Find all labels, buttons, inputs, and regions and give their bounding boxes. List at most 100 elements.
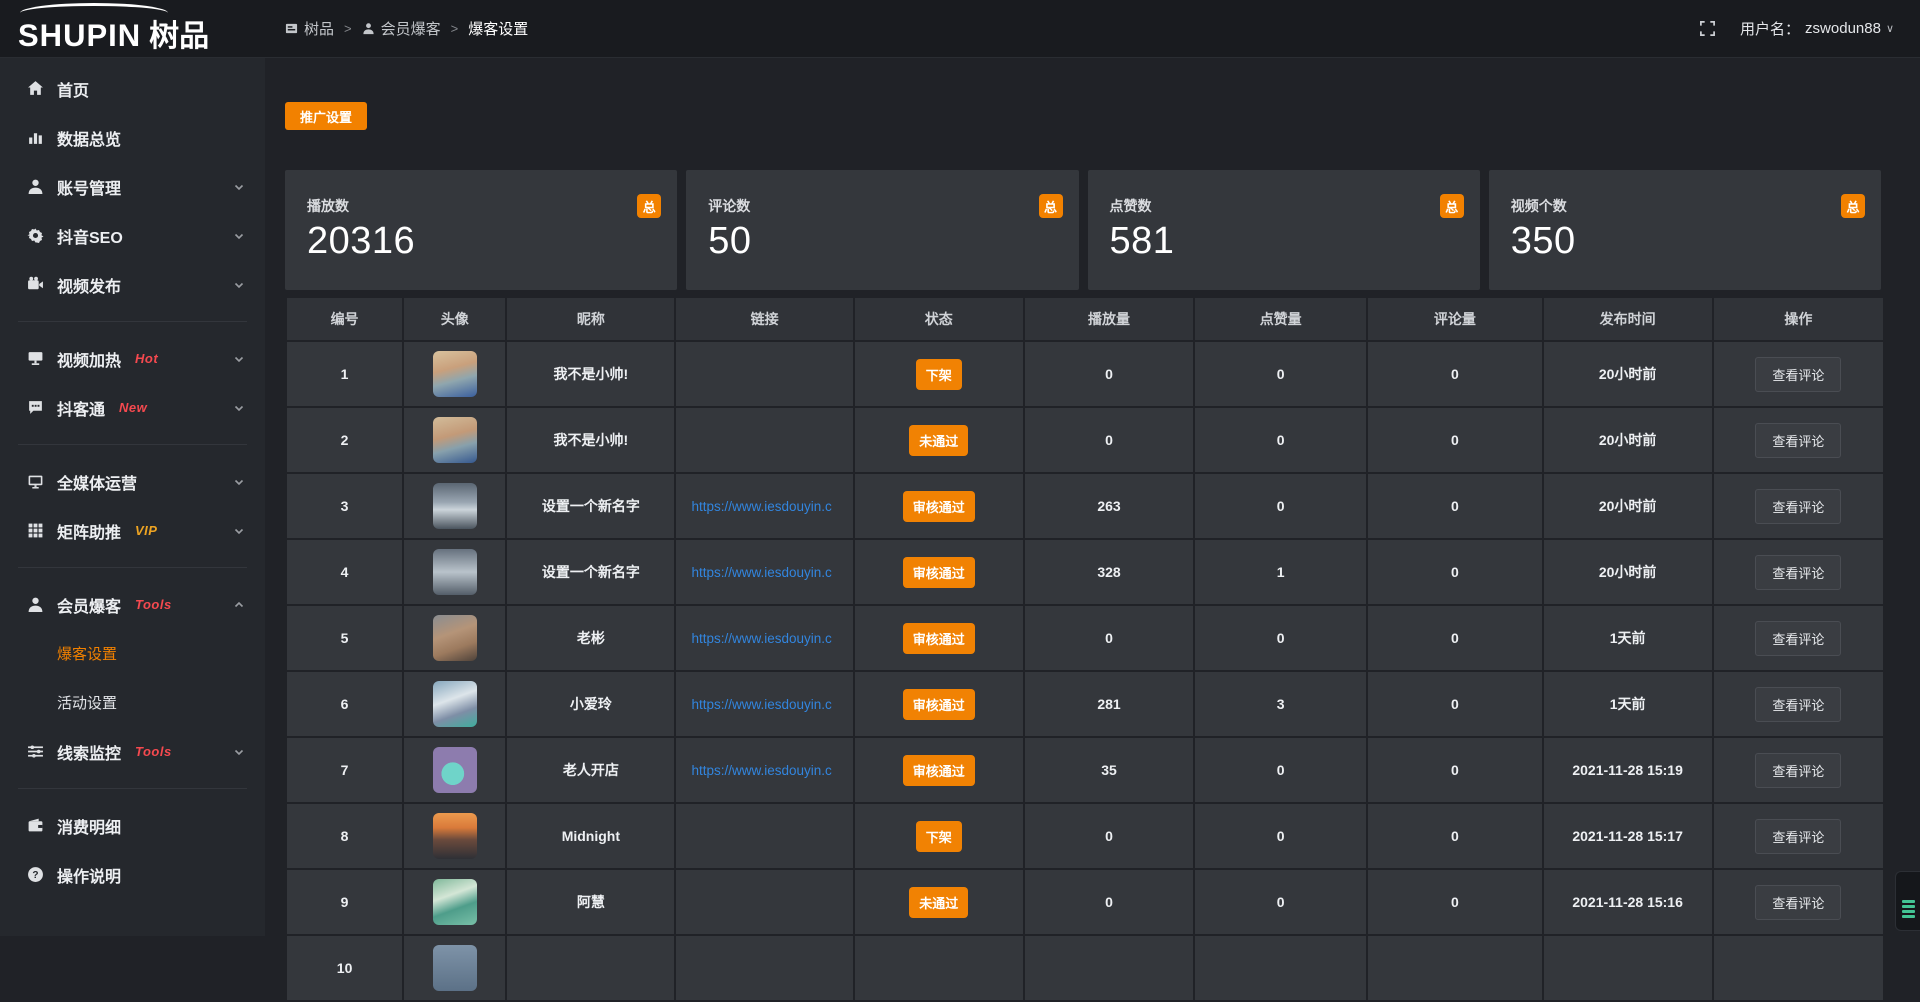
cell-avatar [404, 606, 505, 670]
view-comments-button[interactable]: 查看评论 [1755, 357, 1841, 392]
cell-no: 5 [287, 606, 402, 670]
cell-nickname: 我不是小帅! [507, 408, 674, 472]
sidebar-item-8[interactable]: 矩阵助推VIP [0, 506, 265, 555]
sidebar-subitem-10[interactable]: 爆客设置 [0, 629, 265, 678]
avatar [433, 813, 477, 859]
cell-comments: 0 [1368, 870, 1541, 934]
view-comments-button[interactable]: 查看评论 [1755, 753, 1841, 788]
sidebar-item-label: 账号管理 [57, 175, 121, 199]
cell-plays: 263 [1025, 474, 1193, 538]
cell-status: 下架 [855, 804, 1023, 868]
topbar: SHUPIN 树品 树品 > 会员爆客 > 爆客设置 用户名： [0, 0, 1920, 58]
cell-likes: 1 [1195, 540, 1366, 604]
video-link[interactable]: https://www.iesdouyin.c [691, 763, 831, 778]
widget-bar [1902, 910, 1915, 913]
sidebar-item-0[interactable]: 首页 [0, 64, 265, 113]
sidebar-item-5[interactable]: 视频加热Hot [0, 334, 265, 383]
cell-likes: 0 [1195, 606, 1366, 670]
avatar [433, 351, 477, 397]
sidebar: 首页数据总览账号管理抖音SEO视频发布视频加热Hot抖客通New 全媒体运营矩阵助… [0, 58, 265, 936]
cell-avatar [404, 936, 505, 1000]
cell-avatar [404, 672, 505, 736]
status-badge: 未通过 [909, 887, 968, 918]
breadcrumb-item-home[interactable]: 树品 [285, 18, 334, 39]
view-comments-button[interactable]: 查看评论 [1755, 621, 1841, 656]
sidebar-item-12[interactable]: 线索监控Tools [0, 727, 265, 776]
sidebar-item-4[interactable]: 视频发布 [0, 260, 265, 309]
view-comments-button[interactable]: 查看评论 [1755, 819, 1841, 854]
corner-widget[interactable] [1895, 871, 1920, 931]
column-header-0: 编号 [287, 298, 402, 340]
view-comments-button[interactable]: 查看评论 [1755, 423, 1841, 458]
sidebar-item-7[interactable]: 全媒体运营 [0, 457, 265, 506]
status-badge: 未通过 [909, 425, 968, 456]
cell-link: https://www.iesdouyin.c [676, 474, 852, 538]
sidebar-item-label: 活动设置 [57, 692, 117, 713]
fullscreen-icon[interactable] [1699, 20, 1716, 37]
chevron-down-icon: ∨ [1886, 22, 1894, 35]
table-row-7: 7老人开店https://www.iesdouyin.c审核通过35002021… [287, 738, 1883, 802]
avatar [433, 747, 477, 793]
dashboard-icon [285, 22, 298, 35]
chevron-down-icon [233, 279, 245, 291]
cell-nickname: 老彬 [507, 606, 674, 670]
cell-no: 2 [287, 408, 402, 472]
cell-plays: 281 [1025, 672, 1193, 736]
cell-plays: 0 [1025, 870, 1193, 934]
sidebar-subitem-11[interactable]: 活动设置 [0, 678, 265, 727]
cell-likes [1195, 936, 1366, 1000]
table-row-1: 1我不是小帅!下架00020小时前查看评论 [287, 342, 1883, 406]
sidebar-item-6[interactable]: 抖客通New [0, 383, 265, 432]
table-row-9: 9阿慧未通过0002021-11-28 15:16查看评论 [287, 870, 1883, 934]
stat-value: 50 [708, 220, 1062, 263]
cell-avatar [404, 804, 505, 868]
avatar [433, 549, 477, 595]
breadcrumb-item-member[interactable]: 会员爆客 [362, 18, 441, 39]
cell-link [676, 342, 852, 406]
sidebar-item-14[interactable]: ?操作说明 [0, 850, 265, 899]
cell-plays: 0 [1025, 606, 1193, 670]
column-header-3: 链接 [676, 298, 852, 340]
user-icon [362, 22, 375, 35]
video-link[interactable]: https://www.iesdouyin.c [691, 499, 831, 514]
column-header-1: 头像 [404, 298, 505, 340]
video-link[interactable]: https://www.iesdouyin.c [691, 565, 831, 580]
sidebar-item-9[interactable]: 会员爆客Tools [0, 580, 265, 629]
sidebar-item-label: 操作说明 [57, 863, 121, 887]
cell-comments: 0 [1368, 342, 1541, 406]
sidebar-item-label: 首页 [57, 77, 89, 101]
widget-bar [1902, 905, 1915, 908]
status-badge: 下架 [916, 821, 962, 852]
view-comments-button[interactable]: 查看评论 [1755, 489, 1841, 524]
avatar [433, 945, 477, 991]
video-link[interactable]: https://www.iesdouyin.c [691, 697, 831, 712]
breadcrumb-separator: > [451, 21, 459, 36]
sidebar-item-2[interactable]: 账号管理 [0, 162, 265, 211]
chevron-down-icon [233, 525, 245, 537]
sliders-icon [26, 743, 44, 761]
avatar [433, 615, 477, 661]
chevron-down-icon [233, 230, 245, 242]
cell-comments: 0 [1368, 804, 1541, 868]
sidebar-item-1[interactable]: 数据总览 [0, 113, 265, 162]
cell-time: 2021-11-28 15:17 [1544, 804, 1712, 868]
cell-link [676, 408, 852, 472]
video-link[interactable]: https://www.iesdouyin.c [691, 631, 831, 646]
avatar [433, 483, 477, 529]
cell-plays [1025, 936, 1193, 1000]
sidebar-item-3[interactable]: 抖音SEO [0, 211, 265, 260]
user-icon [26, 178, 44, 196]
promo-settings-button[interactable]: 推广设置 [285, 102, 367, 130]
status-badge: 下架 [916, 359, 962, 390]
cell-time: 20小时前 [1544, 474, 1712, 538]
status-badge: 审核通过 [903, 689, 975, 720]
user-menu[interactable]: 用户名：zswodun88 ∨ [1740, 18, 1894, 39]
cell-no: 6 [287, 672, 402, 736]
view-comments-button[interactable]: 查看评论 [1755, 885, 1841, 920]
cell-nickname: 设置一个新名字 [507, 540, 674, 604]
total-badge: 总 [1039, 194, 1063, 218]
sidebar-item-13[interactable]: 消费明细 [0, 801, 265, 850]
view-comments-button[interactable]: 查看评论 [1755, 555, 1841, 590]
view-comments-button[interactable]: 查看评论 [1755, 687, 1841, 722]
cell-likes: 0 [1195, 738, 1366, 802]
